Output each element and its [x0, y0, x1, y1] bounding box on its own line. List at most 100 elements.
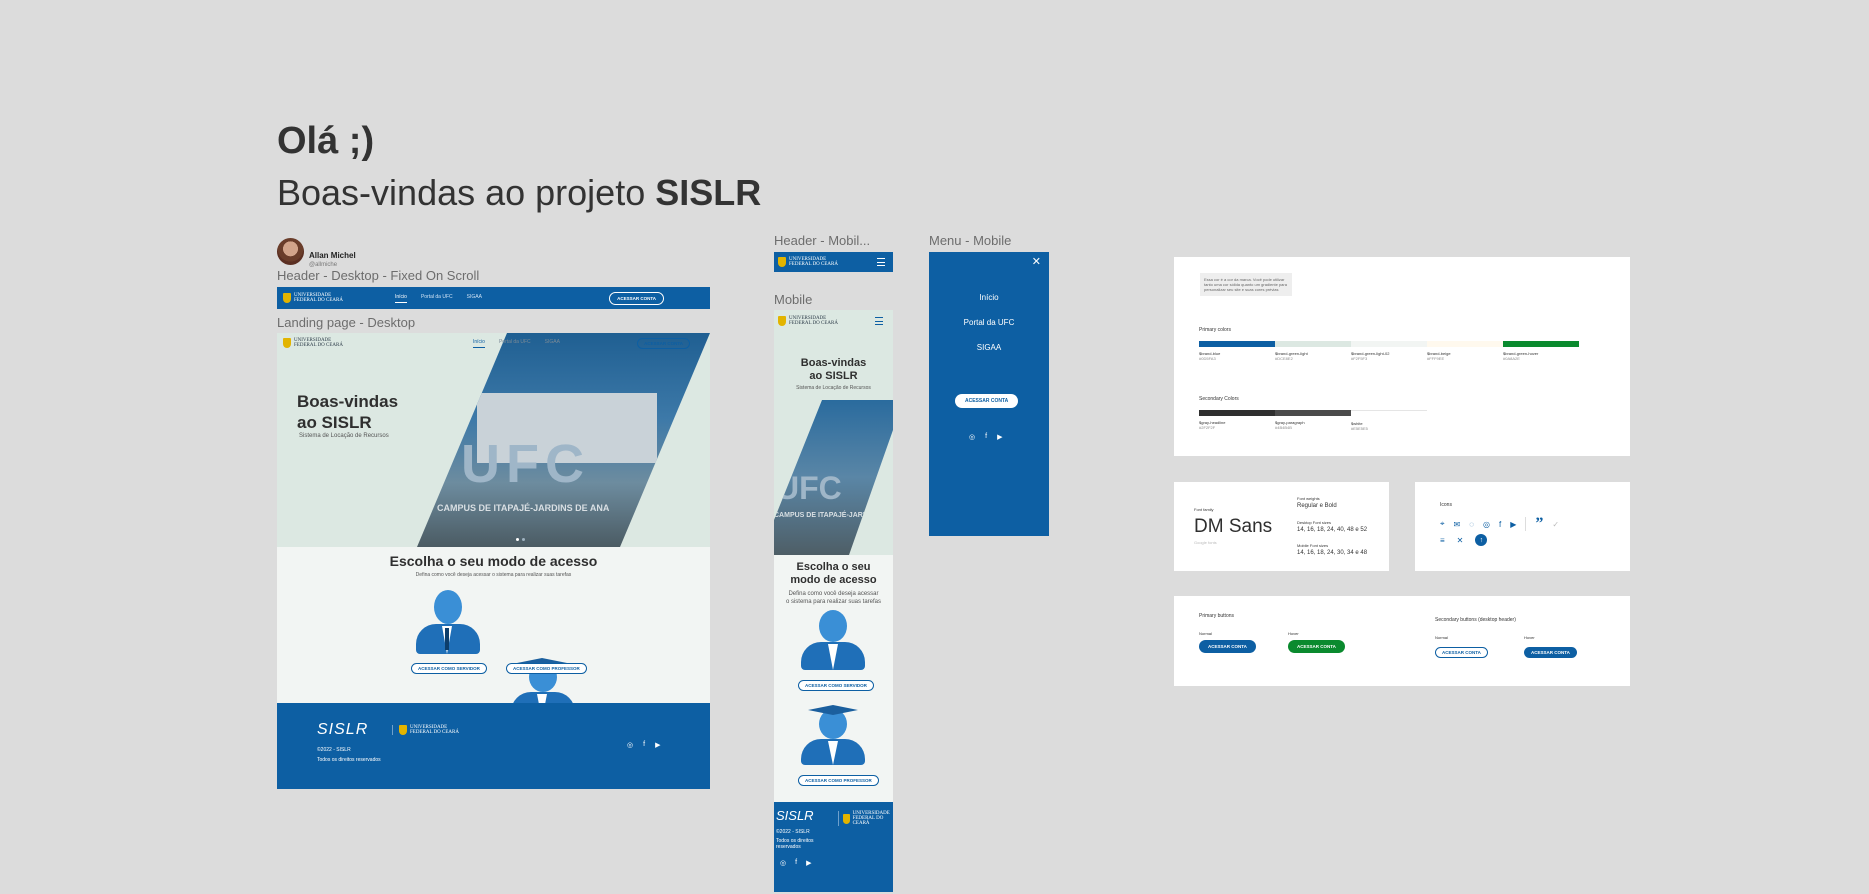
nav-sigaa[interactable]: SIGAA: [467, 294, 482, 303]
desktop-footer: SISLR Universidade Federal do Ceará ©2022…: [277, 703, 710, 789]
acessar-conta-button[interactable]: ACESSAR CONTA: [637, 337, 690, 349]
footer-copyright: ©2022 - SISLR: [776, 829, 810, 835]
ufc-crest-icon: [399, 725, 407, 735]
frame-label-mobile[interactable]: Mobile: [774, 292, 812, 307]
font-weights: Regular e Bold: [1297, 503, 1337, 509]
acessar-servidor-button[interactable]: ACESSAR COMO SERVIDOR: [798, 680, 874, 691]
frame-label-menu-mobile[interactable]: Menu - Mobile: [929, 233, 1011, 248]
author-avatar[interactable]: [277, 238, 304, 265]
youtube-icon[interactable]: ▶: [655, 741, 660, 749]
mobile-hero: Universidade Federal do Ceará Boas-vindas…: [774, 310, 893, 555]
instagram-icon[interactable]: ◎: [627, 741, 633, 749]
swatch-brand-blue: $brand-blue #0D5FA3: [1199, 341, 1275, 361]
close-icon[interactable]: ✕: [1032, 255, 1041, 268]
footer-brand: SISLR: [317, 721, 369, 738]
facebook-icon[interactable]: f: [643, 741, 645, 749]
swatch-gray-paragraph: $gray-paragraph #4B4B4B: [1275, 410, 1351, 431]
ufc-logo-hero[interactable]: Universidade Federal do Ceará: [283, 338, 343, 348]
instagram-icon[interactable]: ◎: [969, 433, 975, 441]
icons-title: Icons: [1440, 502, 1452, 508]
footer-ufc-logo[interactable]: Universidade Federal do Ceará: [392, 725, 459, 735]
check-icon: ✓: [1552, 519, 1560, 529]
ufc-logo[interactable]: Universidade Federal do Ceará: [283, 293, 343, 303]
nav-sigaa[interactable]: SIGAA: [545, 339, 560, 348]
facebook-icon[interactable]: f: [985, 433, 987, 441]
nav-inicio[interactable]: Início: [472, 339, 485, 348]
secondary-hover-button[interactable]: ACESSAR CONTA: [1524, 647, 1577, 658]
nav-portal[interactable]: Portal da UFC: [499, 339, 531, 348]
welcome-project: SISLR: [655, 172, 762, 213]
frame-label-landing-desktop[interactable]: Landing page - Desktop: [277, 315, 415, 330]
menu-item-portal[interactable]: Portal da UFC: [929, 318, 1049, 327]
hero-subtitle: Sistema de Locação de Recursos: [299, 433, 389, 439]
mobile-landing: Universidade Federal do Ceará Boas-vindas…: [774, 310, 893, 892]
footer-rights: Todos os direitos reservados: [317, 757, 381, 763]
hero-header: Universidade Federal do Ceará Início Port…: [283, 335, 704, 351]
frame-label-header-mobile[interactable]: Header - Mobil...: [774, 233, 870, 248]
swatch-brand-green-light-02: $brand-green-light-02 #F2F5F3: [1351, 341, 1427, 361]
ufc-logo[interactable]: Universidade Federal do Ceará: [778, 257, 838, 267]
primary-hover-button[interactable]: ACESSAR CONTA: [1288, 640, 1345, 653]
secondary-normal-label: Normal: [1435, 635, 1448, 640]
hero-photo: UFC CAMPUS DE ITAPAJÉ-JARDINS DE ANA: [417, 333, 710, 547]
mobile-hero-title: Boas-vindas ao SISLR: [774, 357, 893, 383]
facebook-icon[interactable]: f: [795, 859, 797, 867]
welcome-prefix: Boas-vindas ao projeto: [277, 172, 656, 213]
secondary-normal-button[interactable]: ACESSAR CONTA: [1435, 647, 1488, 658]
swatch-white: $white #E5E5E5: [1351, 410, 1427, 431]
hero-photo-campus-text: CAMPUS DE ITAPAJÉ-JARDINS DE ANA: [437, 503, 610, 513]
youtube-icon[interactable]: ▶: [806, 859, 811, 867]
swatch-brand-green-light: $brand-green-light #DCE8E2: [1275, 341, 1351, 361]
frame-label-header-desktop[interactable]: Header - Desktop - Fixed On Scroll: [277, 268, 479, 283]
landing-desktop: UFC CAMPUS DE ITAPAJÉ-JARDINS DE ANA Uni…: [277, 333, 710, 789]
mobile-sizes-label: Mobile Font sizes: [1297, 543, 1329, 548]
logo-line2: Federal do Ceará: [789, 262, 838, 267]
footer-ufc-logo[interactable]: Universidade Federal do Ceará: [838, 811, 893, 826]
menu-icon[interactable]: [875, 317, 883, 325]
hero-title-line2: ao SISLR: [297, 413, 372, 432]
footer-rights: Todos os direitos reservados: [776, 838, 814, 850]
youtube-icon[interactable]: ▶: [997, 433, 1002, 441]
footer-social: ◎ f ▶: [780, 859, 811, 867]
menu-item-sigaa[interactable]: SIGAA: [929, 343, 1049, 352]
nav-portal[interactable]: Portal da UFC: [421, 294, 453, 303]
swatch-brand-green-hover: $brand-green-hover #0A8A2E: [1503, 341, 1579, 361]
mobile-header: Universidade Federal do Ceará: [778, 314, 889, 328]
access-section: Escolha o seu modo de acesso Defina como…: [277, 547, 710, 720]
primary-normal-button[interactable]: ACESSAR CONTA: [1199, 640, 1256, 653]
hero-title: Boas-vindas ao SISLR: [297, 391, 398, 433]
hero-title-line2: ao SISLR: [809, 370, 858, 382]
acessar-professor-button[interactable]: ACESSAR COMO PROFESSOR: [506, 663, 587, 674]
nav-inicio[interactable]: Início: [394, 294, 407, 303]
menu-item-inicio[interactable]: Início: [929, 293, 1049, 302]
acessar-conta-button[interactable]: ACESSAR CONTA: [609, 291, 664, 305]
icons-card: Icons ⌖ ✉ ◌ ◎ f ▶ ” ✓ ≡ ✕ ↑: [1415, 482, 1630, 571]
logo-line2: Federal do Ceará: [410, 730, 459, 735]
servidor-illustration: [412, 590, 482, 656]
facebook-icon: f: [1498, 519, 1502, 529]
ufc-logo[interactable]: Universidade Federal do Ceará: [778, 316, 838, 326]
author-name: Allan Michel: [309, 251, 356, 260]
mail-icon: ✉: [1453, 519, 1461, 529]
menu-icon[interactable]: [877, 258, 885, 266]
ufc-crest-icon: [843, 813, 850, 824]
font-family-name: DM Sans: [1194, 516, 1273, 537]
carousel-dots[interactable]: [516, 538, 525, 541]
mobile-footer: SISLR Universidade Federal do Ceará ©2022…: [774, 802, 893, 892]
acessar-professor-button[interactable]: ACESSAR COMO PROFESSOR: [798, 775, 879, 786]
primary-normal-label: Normal: [1199, 631, 1212, 636]
instagram-icon[interactable]: ◎: [780, 859, 786, 867]
mobile-access-title-line2: modo de acesso: [790, 574, 877, 586]
menu-icon: ≡: [1440, 535, 1445, 545]
primary-buttons-title: Primary buttons: [1199, 613, 1235, 619]
icons-row-2: ≡ ✕ ↑: [1440, 534, 1488, 546]
whatsapp-icon: ◌: [1469, 519, 1474, 529]
mobile-photo-ufc-text: UFC: [776, 470, 842, 506]
youtube-icon: ▶: [1510, 519, 1517, 529]
servidor-illustration: [801, 610, 865, 670]
access-subtitle: Defina como você deseja acessar o sistem…: [415, 572, 572, 578]
menu-acessar-button[interactable]: ACESSAR CONTA: [955, 394, 1019, 408]
swatch-gray-headline: $gray-headline #2F2F2F: [1199, 410, 1275, 431]
acessar-servidor-button[interactable]: ACESSAR COMO SERVIDOR: [411, 663, 487, 674]
menu-social: ◎ f ▶: [969, 433, 1002, 441]
